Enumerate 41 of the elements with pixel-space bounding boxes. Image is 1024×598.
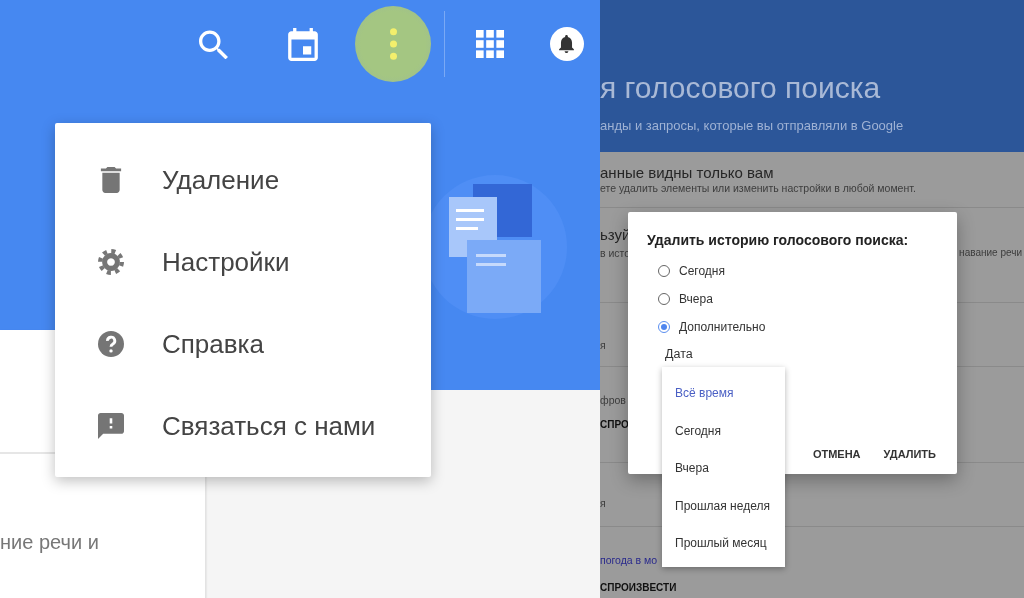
- section-text: навание речи: [959, 246, 1022, 260]
- menu-item[interactable]: Справка: [55, 303, 431, 385]
- date-label: Дата: [664, 346, 694, 363]
- menu-item-label: Связаться с нами: [162, 410, 376, 442]
- menu-item-label: Настройки: [162, 246, 290, 278]
- section-text: фров: [600, 393, 627, 408]
- page-title: я голосового поиска: [600, 70, 882, 106]
- action-link[interactable]: СПРО: [600, 416, 629, 434]
- dropdown-option[interactable]: Прошлая неделя: [662, 487, 785, 525]
- section-text: я: [600, 496, 606, 511]
- menu-item[interactable]: Связаться с нами: [55, 385, 431, 467]
- dropdown-option[interactable]: Вчера: [662, 450, 785, 488]
- privacy-text: ете удалить элементы или изменить настройки в любой момент.: [600, 182, 917, 194]
- calendar-icon: [288, 27, 318, 61]
- privacy-heading: анные видны только вам: [600, 164, 775, 182]
- radio-label: Вчера: [679, 292, 713, 306]
- dialog-title: Удалить историю голосового поиска:: [647, 231, 910, 250]
- bell-icon: [559, 35, 574, 53]
- delete-button[interactable]: УДАЛИТЬ: [877, 442, 942, 466]
- section-text: я: [600, 338, 606, 353]
- dropdown-option[interactable]: Сегодня: [662, 412, 785, 450]
- menu-item-label: Удаление: [162, 164, 280, 196]
- action-link[interactable]: СПРОИЗВЕСТИ: [600, 579, 677, 597]
- radio-label: Дополнительно: [679, 320, 766, 334]
- radio-label: Сегодня: [679, 264, 725, 278]
- apps-grid-icon: [476, 30, 504, 58]
- notifications-button[interactable]: [549, 27, 584, 61]
- help-icon: [98, 331, 124, 357]
- cancel-button[interactable]: ОТМЕНА: [806, 442, 867, 466]
- card-text: ние речи и: [0, 530, 100, 554]
- settings-icon: [98, 249, 124, 275]
- menu-item[interactable]: Настройки: [55, 221, 431, 303]
- menu-item-label: Справка: [162, 328, 264, 360]
- feedback-icon: [98, 413, 124, 439]
- menu-item[interactable]: Удаление: [55, 139, 431, 221]
- more-vertical-icon: [389, 28, 397, 60]
- dropdown-option[interactable]: Прошлый месяц: [662, 525, 785, 563]
- trash-icon: [98, 167, 124, 193]
- search-icon: [198, 29, 228, 59]
- page-subtitle: анды и запросы, которые вы отправляли в Google: [600, 118, 905, 134]
- dropdown-option[interactable]: Всё время: [662, 375, 785, 413]
